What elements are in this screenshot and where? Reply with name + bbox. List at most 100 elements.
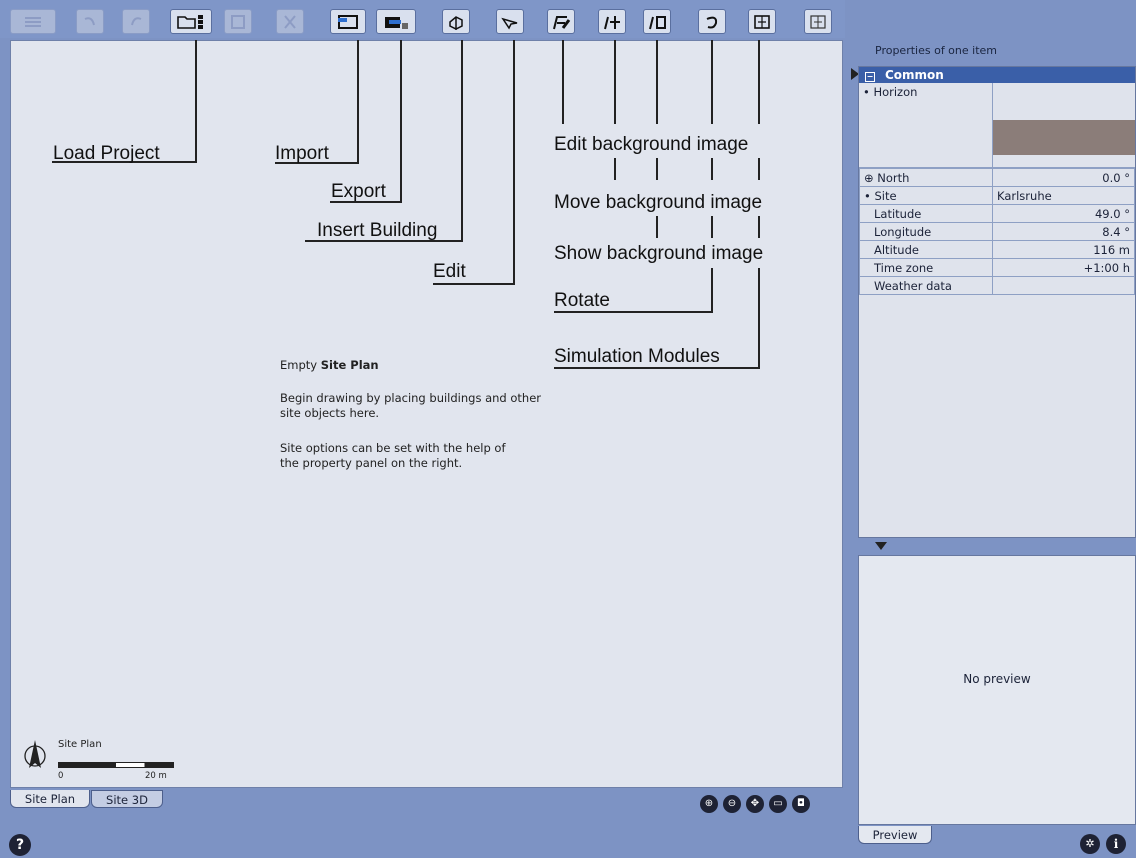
annotation-leader <box>711 216 713 238</box>
undo-button[interactable] <box>76 9 104 34</box>
annotation-leader <box>758 268 760 368</box>
toolbar <box>0 0 845 38</box>
properties-group-header[interactable]: − Common <box>859 67 1135 83</box>
zoom-fit-button[interactable]: ✥ <box>746 795 764 813</box>
save-button[interactable] <box>224 9 252 34</box>
annotation-edit-background-image: Edit background image <box>554 134 749 156</box>
annotation-leader <box>614 40 616 124</box>
gear-icon: ✲ <box>1085 837 1095 850</box>
zoom-out-button[interactable]: ⊖ <box>723 795 741 813</box>
property-row[interactable]: Latitude 49.0 ° <box>859 204 1135 223</box>
edit-background-image-button[interactable] <box>547 9 575 34</box>
scale-bar <box>58 762 174 768</box>
annotation-leader <box>656 158 658 180</box>
layers-icon <box>25 16 41 27</box>
property-value[interactable]: Karlsruhe <box>992 186 1135 205</box>
export-button[interactable] <box>376 9 416 34</box>
properties-title: Properties of one item <box>875 44 998 57</box>
export-icon <box>385 16 408 29</box>
annotation-leader <box>461 40 463 241</box>
property-name: Longitude <box>859 222 993 241</box>
annotation-leader <box>513 40 515 284</box>
property-row[interactable]: • Site Karlsruhe <box>859 186 1135 205</box>
extent-icon: ◘ <box>797 798 805 809</box>
annotation-import: Import <box>275 143 329 164</box>
annotation-leader <box>711 268 713 312</box>
fit-view-icon: ✥ <box>750 798 760 809</box>
annotation-move-background-image: Move background image <box>554 192 763 214</box>
simulation-module-2-icon <box>810 14 826 29</box>
annotation-leader <box>195 40 197 162</box>
annotation-simulation-modules: Simulation Modules <box>554 346 720 367</box>
empty-state-title: Empty Site Plan <box>280 358 379 372</box>
horizon-preview[interactable] <box>993 83 1135 167</box>
empty-state-line: Begin drawing by placing buildings and o… <box>280 391 542 405</box>
tab-site-3d[interactable]: Site 3D <box>91 790 163 808</box>
annotation-export: Export <box>331 181 386 202</box>
redo-icon <box>131 16 142 25</box>
open-folder-icon <box>177 14 203 29</box>
annotation-rotate: Rotate <box>554 290 610 311</box>
property-value[interactable]: 0.0 ° <box>992 168 1135 187</box>
show-background-image-button[interactable] <box>643 9 671 34</box>
empty-state-line: the property panel on the right. <box>280 456 463 470</box>
show-background-image-icon <box>649 15 666 29</box>
simulation-module-2-button[interactable] <box>804 9 832 34</box>
annotation-edit: Edit <box>433 261 466 282</box>
property-value[interactable]: 49.0 ° <box>992 204 1135 223</box>
property-value[interactable]: 116 m <box>992 240 1135 259</box>
property-row[interactable]: ⊕ North 0.0 ° <box>859 168 1135 187</box>
property-row[interactable]: Time zone +1:00 h <box>859 258 1135 277</box>
north-arrow-icon: ⊕ <box>864 170 874 185</box>
property-row[interactable]: Weather data <box>859 276 1135 295</box>
rotate-button[interactable] <box>698 9 726 34</box>
edit-button[interactable] <box>496 9 524 34</box>
zoom-in-button[interactable]: ⊕ <box>700 795 718 813</box>
tab-site-plan[interactable]: Site Plan <box>10 790 90 808</box>
property-value[interactable]: +1:00 h <box>992 258 1135 277</box>
tab-preview[interactable]: Preview <box>858 826 932 844</box>
edit-background-image-icon <box>553 15 571 29</box>
settings-button[interactable]: ✲ <box>1080 834 1100 854</box>
zoom-window-button[interactable]: ▭ <box>769 795 787 813</box>
annotation-leader <box>614 158 616 180</box>
insert-building-button[interactable] <box>442 9 470 34</box>
info-icon: i <box>1113 837 1119 851</box>
redo-button[interactable] <box>122 9 150 34</box>
property-value[interactable]: 8.4 ° <box>992 222 1135 241</box>
collapse-icon[interactable]: − <box>865 72 875 82</box>
annotation-leader <box>656 216 658 238</box>
property-row[interactable]: Altitude 116 m <box>859 240 1135 259</box>
import-button[interactable] <box>330 9 366 34</box>
layers-button[interactable] <box>10 9 56 34</box>
move-background-image-icon <box>604 15 620 29</box>
simulation-module-1-button[interactable] <box>748 9 776 34</box>
legend-label: Site Plan <box>58 739 102 750</box>
load-project-button[interactable] <box>170 9 212 34</box>
property-row[interactable]: Longitude 8.4 ° <box>859 222 1135 241</box>
help-button[interactable]: ? <box>9 834 31 856</box>
annotation-leader <box>758 216 760 238</box>
property-name: ⊕ North <box>859 168 993 187</box>
annotation-leader <box>357 40 359 164</box>
annotation-leader <box>656 40 658 124</box>
undo-icon <box>84 16 95 25</box>
save-icon <box>231 14 245 29</box>
property-value[interactable] <box>992 276 1135 295</box>
annotation-insert-building: Insert Building <box>317 220 438 241</box>
annotation-load-project: Load Project <box>53 143 160 164</box>
edit-pointer-icon <box>501 17 518 29</box>
splitter-arrow-icon[interactable] <box>875 542 887 550</box>
zoom-extent-button[interactable]: ◘ <box>792 795 810 813</box>
property-name: Time zone <box>859 258 993 277</box>
annotation-underline <box>433 283 515 285</box>
simulation-module-1-icon <box>754 14 770 29</box>
property-name: • Site <box>859 186 993 205</box>
no-preview-text: No preview <box>963 672 1031 686</box>
info-button[interactable]: i <box>1106 834 1126 854</box>
scale-end: 20 m <box>145 771 167 781</box>
delete-button[interactable] <box>276 9 304 34</box>
move-background-image-button[interactable] <box>598 9 626 34</box>
north-arrow-icon <box>24 740 46 768</box>
rotate-icon <box>706 16 718 28</box>
